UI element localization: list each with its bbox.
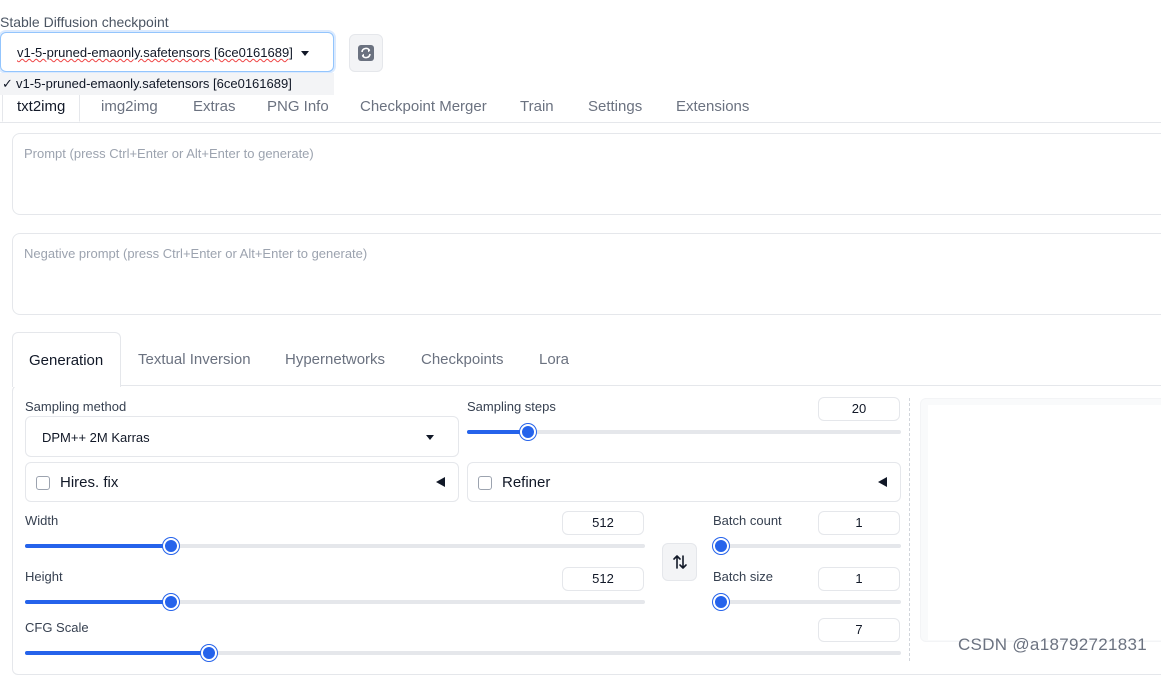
output-image-area (928, 405, 1161, 640)
hires-fix-accordion[interactable]: Hires. fix (25, 462, 459, 502)
check-icon: ✓ (2, 76, 13, 91)
chevron-down-icon (426, 435, 434, 440)
refiner-checkbox[interactable] (478, 476, 492, 490)
collapse-triangle-icon[interactable] (878, 477, 887, 487)
tab-hypernetworks[interactable]: Hypernetworks (285, 351, 385, 368)
main-tabs: txt2img img2img Extras PNG Info Checkpoi… (0, 92, 1161, 123)
batch-count-slider[interactable] (713, 538, 901, 554)
hires-fix-label: Hires. fix (60, 474, 119, 491)
slider-thumb[interactable] (162, 538, 179, 554)
sampling-steps-slider[interactable] (467, 424, 901, 440)
height-label: Height (25, 569, 63, 584)
swap-arrows-icon (672, 555, 687, 569)
negative-prompt-placeholder: Negative prompt (press Ctrl+Enter or Alt… (24, 246, 368, 261)
collapse-triangle-icon[interactable] (436, 477, 445, 487)
tab-generation-label: Generation (29, 352, 104, 369)
tab-extras[interactable]: Extras (193, 98, 236, 115)
slider-thumb[interactable] (519, 424, 536, 440)
tab-generation[interactable]: Generation (12, 332, 121, 387)
slider-thumb[interactable] (162, 594, 179, 610)
height-slider[interactable] (25, 594, 645, 610)
column-divider (909, 398, 910, 661)
cfg-scale-slider[interactable] (25, 645, 901, 661)
batch-count-label: Batch count (713, 513, 782, 528)
batch-size-input[interactable]: 1 (818, 567, 900, 591)
width-label: Width (25, 513, 59, 528)
refresh-icon (358, 45, 374, 61)
tab-textual-inversion[interactable]: Textual Inversion (138, 351, 251, 368)
prompt-placeholder: Prompt (press Ctrl+Enter or Alt+Enter to… (24, 146, 314, 161)
sampling-steps-label: Sampling steps (467, 399, 556, 414)
slider-thumb[interactable] (713, 538, 729, 554)
sampling-steps-input[interactable]: 20 (818, 397, 900, 421)
checkpoint-option-label: v1-5-pruned-emaonly.safetensors [6ce0161… (16, 76, 292, 91)
watermark: CSDN @a18792721831 (957, 635, 1147, 654)
slider-thumb[interactable] (713, 594, 729, 610)
batch-size-label: Batch size (713, 569, 773, 584)
refresh-checkpoint-button[interactable] (349, 34, 383, 72)
width-slider[interactable] (25, 538, 645, 554)
slider-thumb[interactable] (200, 645, 217, 661)
tab-settings[interactable]: Settings (588, 98, 642, 115)
tab-txt2img[interactable]: txt2img (2, 92, 81, 122)
refiner-accordion[interactable]: Refiner (467, 462, 901, 502)
checkpoint-select[interactable]: v1-5-pruned-emaonly.safetensors [6ce0161… (0, 32, 334, 72)
height-input[interactable]: 512 (562, 567, 644, 591)
tab-lora[interactable]: Lora (539, 351, 569, 368)
cfg-scale-input[interactable]: 7 (818, 618, 900, 642)
refiner-label: Refiner (502, 474, 551, 491)
prompt-input[interactable]: Prompt (press Ctrl+Enter or Alt+Enter to… (12, 133, 1161, 215)
negative-prompt-input[interactable]: Negative prompt (press Ctrl+Enter or Alt… (12, 233, 1161, 315)
sampling-method-label: Sampling method (25, 399, 127, 414)
checkpoint-dropdown-option[interactable]: ✓ v1-5-pruned-emaonly.safetensors [6ce01… (0, 73, 334, 95)
batch-size-slider[interactable] (713, 594, 901, 610)
tab-img2img[interactable]: img2img (101, 98, 158, 115)
tab-checkpoints[interactable]: Checkpoints (421, 351, 504, 368)
swap-dimensions-button[interactable] (662, 543, 697, 581)
tab-train[interactable]: Train (520, 98, 554, 115)
tab-png-info[interactable]: PNG Info (267, 98, 329, 115)
sampling-method-value: DPM++ 2M Karras (42, 430, 150, 445)
checkpoint-label: Stable Diffusion checkpoint (0, 14, 169, 30)
tab-extensions[interactable]: Extensions (676, 98, 749, 115)
batch-count-input[interactable]: 1 (818, 511, 900, 535)
sampling-method-select[interactable]: DPM++ 2M Karras (25, 416, 459, 457)
width-input[interactable]: 512 (562, 511, 644, 535)
tab-checkpoint-merger[interactable]: Checkpoint Merger (360, 98, 487, 115)
checkpoint-value: v1-5-pruned-emaonly.safetensors [6ce0161… (17, 45, 293, 60)
hires-fix-checkbox[interactable] (36, 476, 50, 490)
cfg-scale-label: CFG Scale (25, 620, 89, 635)
chevron-down-icon (301, 51, 309, 56)
